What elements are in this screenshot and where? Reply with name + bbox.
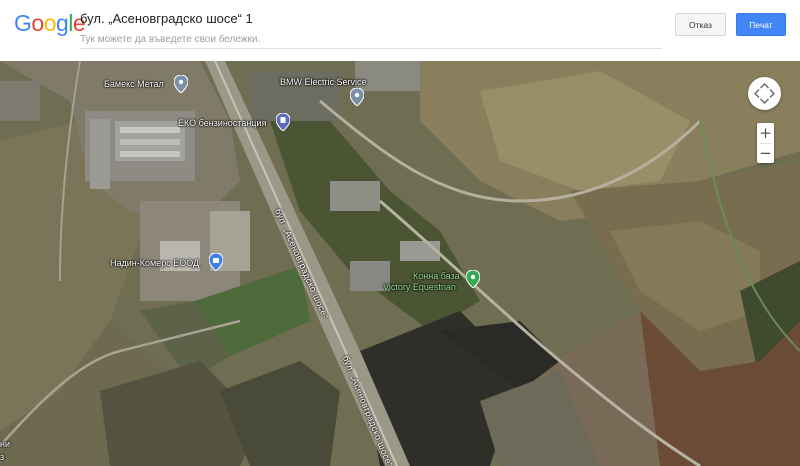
poi-label-konna-baza[interactable]: Конна база — [413, 271, 460, 282]
poi-label-victory[interactable]: Victory Equestrian — [383, 282, 456, 293]
poi-label-eko[interactable]: ЕКО бензиностанция — [178, 118, 266, 129]
shopping-bag-icon[interactable] — [209, 253, 223, 271]
zoom-in-button[interactable]: + — [757, 123, 774, 143]
zoom-control: + − — [757, 123, 774, 163]
pin-icon[interactable] — [174, 75, 188, 93]
zoom-out-button[interactable]: − — [757, 143, 774, 163]
pin-icon[interactable] — [350, 88, 364, 106]
satellite-map[interactable]: Бамекс Метал BMW Electric Service ЕКО бе… — [0, 61, 800, 466]
edge-text: з — [0, 452, 5, 462]
edge-text: ни — [0, 439, 10, 449]
google-logo: Google — [14, 10, 86, 36]
gas-station-icon[interactable] — [276, 113, 290, 131]
zoom-divider — [760, 143, 771, 144]
print-button[interactable]: Печат — [736, 13, 786, 36]
address-title: бул. „Асеновградско шосе“ 1 — [80, 11, 253, 26]
pan-arrows-icon — [754, 83, 775, 104]
poi-label-bmw[interactable]: BMW Electric Service — [280, 77, 367, 88]
poi-label-bameks[interactable]: Бамекс Метал — [104, 79, 164, 90]
cancel-button[interactable]: Отказ — [675, 13, 726, 36]
park-pin-icon[interactable] — [466, 270, 480, 288]
poi-label-nadin[interactable]: Надин-Комерс ЕООД — [110, 258, 199, 269]
notes-input[interactable] — [80, 30, 662, 49]
compass-control[interactable] — [748, 77, 781, 110]
header: Google бул. „Асеновградско шосе“ 1 Отказ… — [0, 0, 800, 61]
